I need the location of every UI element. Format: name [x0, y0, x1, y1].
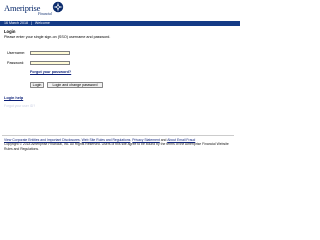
password-field[interactable] [30, 60, 70, 66]
login-and-change-password-button[interactable]: Login and change password [47, 82, 103, 88]
footer-copyright: Copyright © 2018 Ameriprise Financial, I… [4, 142, 229, 151]
brand-tagline: Financial [38, 12, 52, 16]
login-button[interactable]: Login [30, 82, 44, 88]
brand-name: Ameriprise [4, 3, 41, 13]
login-heading: Login [4, 29, 16, 34]
site-header: Ameriprise Financial [0, 0, 240, 21]
topbar-separator: | [30, 21, 32, 25]
site-footer: View Corporate Entities and Important Di… [4, 138, 236, 151]
login-instructions: Please enter your single sign-on (SSO) u… [4, 35, 111, 39]
password-label: Password: [7, 61, 25, 65]
login-section: Login [4, 29, 236, 34]
current-date: 16 March 2018 [4, 21, 28, 25]
footer-divider [2, 135, 234, 136]
forgot-password-link[interactable]: Forgot your password? [30, 70, 71, 74]
username-field[interactable] [30, 50, 70, 56]
login-help-link[interactable]: Login help [4, 96, 23, 100]
compass-star-icon [52, 1, 64, 13]
top-nav-bar: 16 March 2018 | Welcome [0, 21, 240, 26]
forgot-user-id-link[interactable]: Forgot your user ID? [4, 104, 35, 108]
topbar-section-welcome[interactable]: Welcome [35, 21, 50, 26]
username-label: Username: [7, 51, 26, 55]
